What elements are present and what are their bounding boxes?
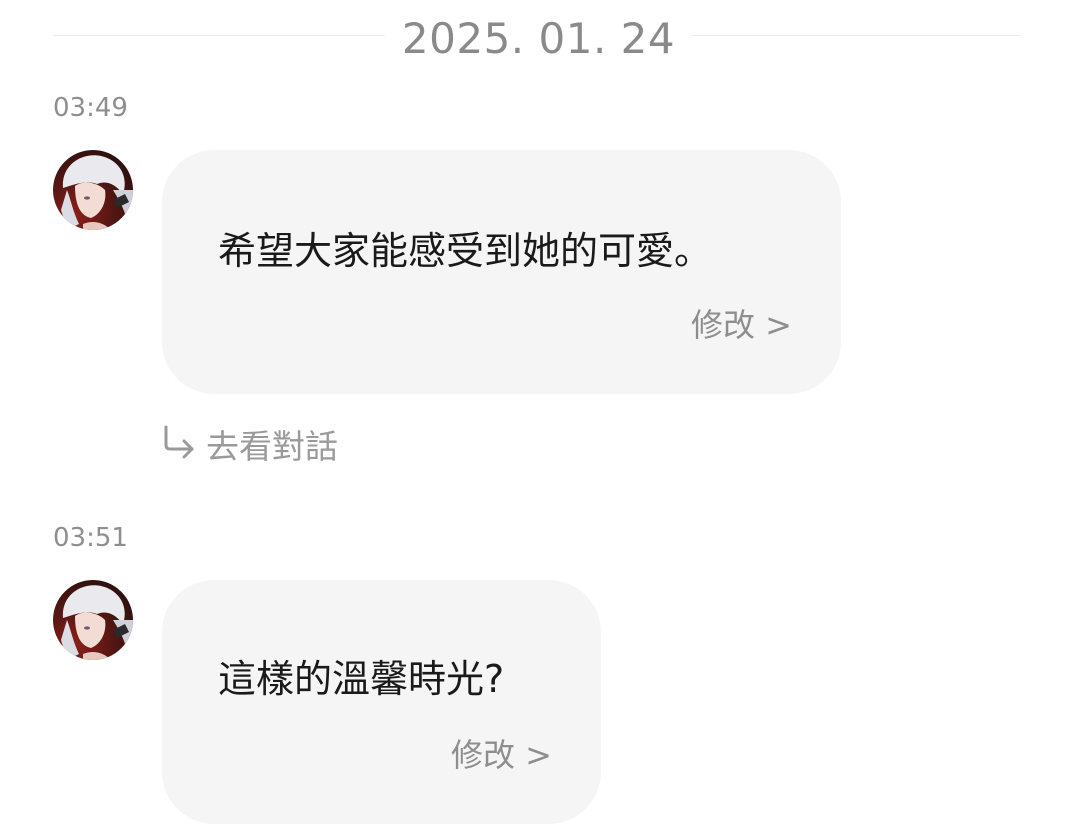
message-bubble: 希望大家能感受到她的可愛。 修改 >	[162, 150, 841, 394]
message-bubble: 這樣的溫馨時光? 修改 >	[162, 580, 601, 824]
edit-button[interactable]: 修改 >	[451, 730, 552, 776]
message-text: 希望大家能感受到她的可愛。	[218, 229, 713, 273]
date-divider-right	[691, 35, 1021, 36]
view-conversation-link[interactable]: 去看對話	[162, 420, 338, 468]
reply-arrow-icon	[162, 425, 196, 463]
edit-button[interactable]: 修改 >	[691, 300, 792, 346]
date-label: 2025. 01. 24	[401, 14, 676, 63]
character-avatar-icon[interactable]	[53, 580, 133, 660]
message-time: 03:51	[53, 523, 128, 553]
character-avatar-icon[interactable]	[53, 150, 133, 230]
message-time: 03:49	[53, 93, 128, 123]
message-text: 這樣的溫馨時光?	[218, 657, 505, 701]
view-conversation-label: 去看對話	[206, 427, 338, 466]
